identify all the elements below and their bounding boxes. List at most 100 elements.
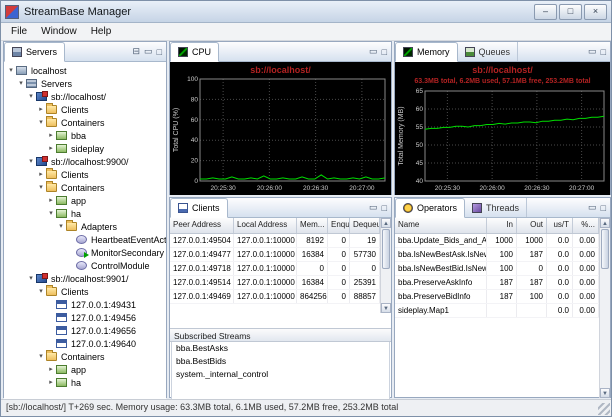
scroll-down-icon[interactable]: ▼ [381,303,391,313]
twisty-expanded-icon[interactable]: ▾ [16,77,26,90]
tree-item-clients[interactable]: ▸Clients [4,168,166,181]
stream-item[interactable]: system._internal_control [172,368,389,381]
column-header[interactable]: us/T [547,218,573,233]
menu-help[interactable]: Help [84,25,119,38]
tab-cpu[interactable]: CPU [170,42,219,62]
tree-item-containers[interactable]: ▾Containers [4,116,166,129]
tree-item-heartbeateventactions[interactable]: HeartbeatEventActions [4,233,166,246]
twisty-expanded-icon[interactable]: ▾ [36,285,46,298]
table-row[interactable]: 127.0.0.1:49469127.0.0.1:100008642560888… [170,290,380,304]
close-button[interactable]: × [584,4,607,20]
table-row[interactable]: bba.PreserveBidInfo1871000.00.00 [395,290,599,304]
tree-item-servers[interactable]: ▾Servers [4,77,166,90]
twisty-expanded-icon[interactable]: ▾ [36,350,46,363]
resize-grip-icon[interactable] [598,403,610,415]
column-header[interactable]: Local Address [234,218,297,233]
twisty-expanded-icon[interactable]: ▾ [26,90,36,103]
tab-operators[interactable]: Operators [395,198,465,218]
twisty-collapsed-icon[interactable]: ▸ [36,168,46,181]
twisty-expanded-icon[interactable]: ▾ [46,207,56,220]
twisty-expanded-icon[interactable]: ▾ [36,181,46,194]
table-row[interactable]: 127.0.0.1:49514127.0.0.1:100001638402539… [170,276,380,290]
maximize-view-icon[interactable]: □ [157,47,162,57]
scrollbar-thumb[interactable] [382,229,390,269]
menu-window[interactable]: Window [34,25,84,38]
table-row[interactable]: bba.IsNewBestAsk.IsNewB...1001870.00.00 [395,248,599,262]
twisty-expanded-icon[interactable]: ▾ [26,155,36,168]
column-header[interactable]: %... [573,218,599,233]
tree-item-sb-localhost-[interactable]: ▾sb://localhost/ [4,90,166,103]
tree-item-bba[interactable]: ▸bba [4,129,166,142]
tree-item-clients[interactable]: ▾Clients [4,285,166,298]
tree-item-containers[interactable]: ▾Containers [4,350,166,363]
scrollbar-thumb[interactable] [601,229,609,269]
tree-item-127-0-0-1-49640[interactable]: 127.0.0.1:49640 [4,337,166,350]
maximize-button[interactable]: □ [559,4,582,20]
tree-item-127-0-0-1-49656[interactable]: 127.0.0.1:49656 [4,324,166,337]
tree-item-monitorsecondary[interactable]: MonitorSecondary [4,246,166,259]
table-row[interactable]: sideplay.Map10.00.00 [395,304,599,318]
column-header[interactable]: Out [517,218,547,233]
maximize-view-icon[interactable]: □ [382,47,387,57]
tree-item-app[interactable]: ▸app [4,194,166,207]
minimize-view-icon[interactable]: ▭ [369,46,378,57]
tab-memory[interactable]: Memory [395,42,458,62]
clients-scrollbar[interactable]: ▲ ▼ [380,218,391,313]
maximize-view-icon[interactable]: □ [382,203,387,213]
column-header[interactable]: Dequeued [350,218,380,233]
twisty-collapsed-icon[interactable]: ▸ [36,103,46,116]
tree-item-ha[interactable]: ▸ha [4,376,166,389]
twisty-collapsed-icon[interactable]: ▸ [46,194,56,207]
minimize-view-icon[interactable]: ▭ [588,46,597,57]
minimize-button[interactable]: – [534,4,557,20]
twisty-expanded-icon[interactable]: ▾ [56,220,66,233]
maximize-view-icon[interactable]: □ [601,203,606,213]
titlebar[interactable]: StreamBase Manager – □ × [1,1,611,23]
twisty-collapsed-icon[interactable]: ▸ [46,376,56,389]
stream-item[interactable]: bba.BestBids [172,355,389,368]
scroll-up-icon[interactable]: ▲ [600,218,610,228]
tree-item-127-0-0-1-49431[interactable]: 127.0.0.1:49431 [4,298,166,311]
twisty-collapsed-icon[interactable]: ▸ [46,129,56,142]
tree-item-127-0-0-1-49456[interactable]: 127.0.0.1:49456 [4,311,166,324]
column-header[interactable]: Name [395,218,487,233]
table-row[interactable]: bba.Update_Bids_and_Asks100010000.00.00 [395,234,599,248]
tree-item-localhost[interactable]: ▾localhost [4,64,166,77]
scroll-up-icon[interactable]: ▲ [381,218,391,228]
tree-item-sb-localhost-9901-[interactable]: ▾sb://localhost:9901/ [4,272,166,285]
scroll-down-icon[interactable]: ▼ [600,388,610,398]
table-row[interactable]: 127.0.0.1:49477127.0.0.1:100001638405773… [170,248,380,262]
stream-item[interactable]: bba.BestAsks [172,342,389,355]
twisty-collapsed-icon[interactable]: ▸ [46,142,56,155]
menu-file[interactable]: File [4,25,34,38]
twisty-expanded-icon[interactable]: ▾ [6,64,16,77]
column-header[interactable]: In [487,218,517,233]
operators-scrollbar[interactable]: ▲ ▼ [599,218,610,398]
collapse-all-icon[interactable]: ⊟ [133,46,141,57]
minimize-view-icon[interactable]: ▭ [588,202,597,213]
tree-item-clients[interactable]: ▸Clients [4,103,166,116]
maximize-view-icon[interactable]: □ [601,47,606,57]
minimize-view-icon[interactable]: ▭ [369,202,378,213]
table-row[interactable]: bba.PreserveAskInfo1871870.00.00 [395,276,599,290]
minimize-view-icon[interactable]: ▭ [144,46,153,57]
column-header[interactable]: Enqu... [328,218,350,233]
tree-item-adapters[interactable]: ▾Adapters [4,220,166,233]
tree-item-ha[interactable]: ▾ha [4,207,166,220]
table-row[interactable]: bba.IsNewBestBid.IsNewB...10000.00.00 [395,262,599,276]
tree-item-containers[interactable]: ▾Containers [4,181,166,194]
twisty-expanded-icon[interactable]: ▾ [36,116,46,129]
tab-queues[interactable]: Queues [458,42,519,61]
tab-clients[interactable]: Clients [170,198,228,218]
table-row[interactable]: 127.0.0.1:49718127.0.0.1:10000000 [170,262,380,276]
tree-item-sideplay[interactable]: ▸sideplay [4,142,166,155]
column-header[interactable]: Peer Address [170,218,234,233]
tab-servers[interactable]: Servers [4,42,65,62]
column-header[interactable]: Mem... [297,218,328,233]
twisty-collapsed-icon[interactable]: ▸ [46,363,56,376]
twisty-expanded-icon[interactable]: ▾ [26,272,36,285]
tree-item-app[interactable]: ▸app [4,363,166,376]
tab-threads[interactable]: Threads [465,198,527,217]
table-row[interactable]: 127.0.0.1:49504127.0.0.1:100008192019 [170,234,380,248]
tree-item-controlmodule[interactable]: ControlModule [4,259,166,272]
